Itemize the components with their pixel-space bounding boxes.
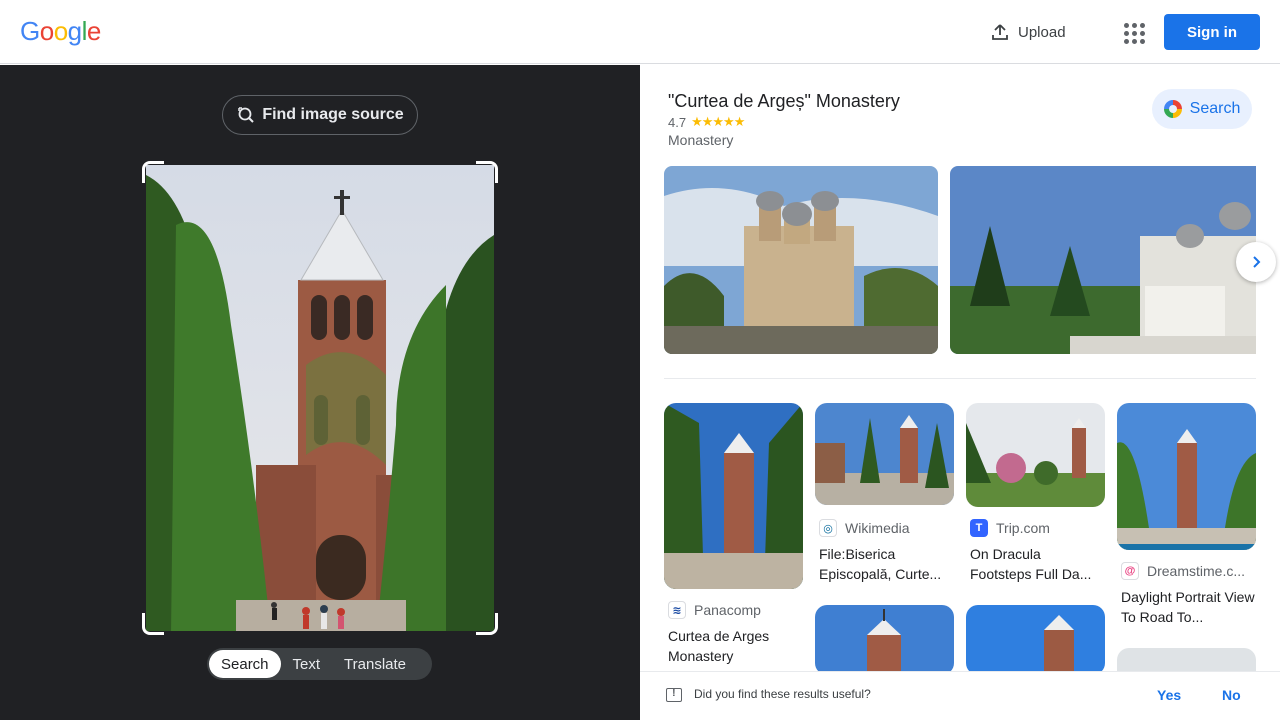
result-source[interactable]: ≋ Panacomp bbox=[668, 601, 761, 619]
carousel-next-button[interactable] bbox=[1236, 242, 1276, 282]
google-search-label: Search bbox=[1189, 100, 1241, 117]
result-thumbnail[interactable] bbox=[1117, 403, 1256, 550]
crop-handle-top-right[interactable] bbox=[476, 161, 498, 183]
result-source-name: Wikimedia bbox=[845, 520, 910, 536]
crop-handle-top-left[interactable] bbox=[142, 161, 164, 183]
result-title[interactable]: File:Biserica Episcopală, Curte... bbox=[819, 544, 953, 584]
find-image-source-button[interactable]: Find image source bbox=[222, 95, 418, 135]
query-image bbox=[146, 165, 494, 631]
result-title[interactable]: Curtea de Arges Monastery bbox=[668, 626, 802, 666]
google-search-button[interactable]: Search bbox=[1152, 89, 1252, 129]
google-logo[interactable]: Google bbox=[20, 16, 101, 47]
result-source[interactable]: ◎ Wikimedia bbox=[819, 519, 910, 537]
result-source-name: Dreamstime.c... bbox=[1147, 563, 1246, 579]
find-image-source-label: Find image source bbox=[262, 106, 404, 123]
crop-handle-bottom-left[interactable] bbox=[142, 613, 164, 635]
apps-grid-icon[interactable] bbox=[1118, 18, 1146, 46]
wikimedia-favicon-icon: ◎ bbox=[819, 519, 837, 537]
crop-handle-bottom-right[interactable] bbox=[476, 613, 498, 635]
mode-search-tab[interactable]: Search bbox=[209, 650, 281, 678]
entity-image[interactable] bbox=[950, 166, 1256, 354]
query-image-panel: Find image source Search Text Translate bbox=[0, 65, 640, 720]
feedback-no-button[interactable]: No bbox=[1222, 687, 1241, 703]
google-g-icon bbox=[1163, 100, 1182, 118]
result-source[interactable]: @ Dreamstime.c... bbox=[1121, 562, 1245, 580]
upload-label: Upload bbox=[1018, 23, 1066, 41]
sign-in-button[interactable]: Sign in bbox=[1164, 14, 1260, 50]
panacomp-favicon-icon: ≋ bbox=[668, 601, 686, 619]
upload-button[interactable]: Upload bbox=[990, 18, 1066, 46]
trip-com-favicon-icon: T bbox=[970, 519, 988, 537]
feedback-bar: Did you find these results useful? Yes N… bbox=[640, 671, 1280, 720]
mode-translate-tab[interactable]: Translate bbox=[332, 650, 418, 678]
result-title[interactable]: Daylight Portrait View To Road To... bbox=[1121, 587, 1255, 627]
top-bar: Google Upload Sign in bbox=[0, 0, 1280, 64]
logo-letter: g bbox=[67, 16, 82, 46]
result-thumbnail[interactable] bbox=[815, 403, 954, 505]
result-thumbnail[interactable] bbox=[815, 605, 954, 675]
mode-text-tab[interactable]: Text bbox=[281, 650, 333, 678]
feedback-question: Did you find these results useful? bbox=[694, 687, 871, 701]
mode-switcher: Search Text Translate bbox=[207, 648, 432, 680]
result-title[interactable]: On Dracula Footsteps Full Da... bbox=[970, 544, 1104, 584]
rating-stars-icon: ★★★★★ bbox=[691, 114, 745, 129]
logo-letter: o bbox=[39, 16, 54, 46]
feedback-icon bbox=[666, 687, 682, 702]
logo-letter: o bbox=[53, 16, 68, 46]
crop-frame[interactable] bbox=[142, 161, 498, 635]
entity-rating: 4.7 ★★★★★ bbox=[668, 114, 745, 130]
logo-letter: G bbox=[20, 16, 40, 46]
feedback-yes-button[interactable]: Yes bbox=[1157, 687, 1181, 703]
result-source-name: Trip.com bbox=[996, 520, 1050, 536]
result-source[interactable]: T Trip.com bbox=[970, 519, 1050, 537]
logo-letter: e bbox=[86, 16, 101, 46]
entity-title[interactable]: "Curtea de Argeș" Monastery bbox=[668, 91, 900, 112]
result-thumbnail[interactable] bbox=[966, 403, 1105, 507]
rating-value: 4.7 bbox=[668, 114, 687, 130]
entity-type: Monastery bbox=[668, 132, 734, 148]
result-source-name: Panacomp bbox=[694, 602, 761, 618]
section-divider bbox=[664, 378, 1256, 379]
image-search-icon bbox=[238, 107, 255, 123]
chevron-right-icon bbox=[1253, 256, 1261, 268]
result-thumbnail[interactable] bbox=[966, 605, 1105, 675]
upload-icon bbox=[992, 24, 1008, 40]
result-thumbnail[interactable] bbox=[664, 403, 803, 589]
dreamstime-favicon-icon: @ bbox=[1121, 562, 1139, 580]
results-panel: "Curtea de Argeș" Monastery 4.7 ★★★★★ Mo… bbox=[640, 65, 1280, 720]
entity-image[interactable] bbox=[664, 166, 938, 354]
